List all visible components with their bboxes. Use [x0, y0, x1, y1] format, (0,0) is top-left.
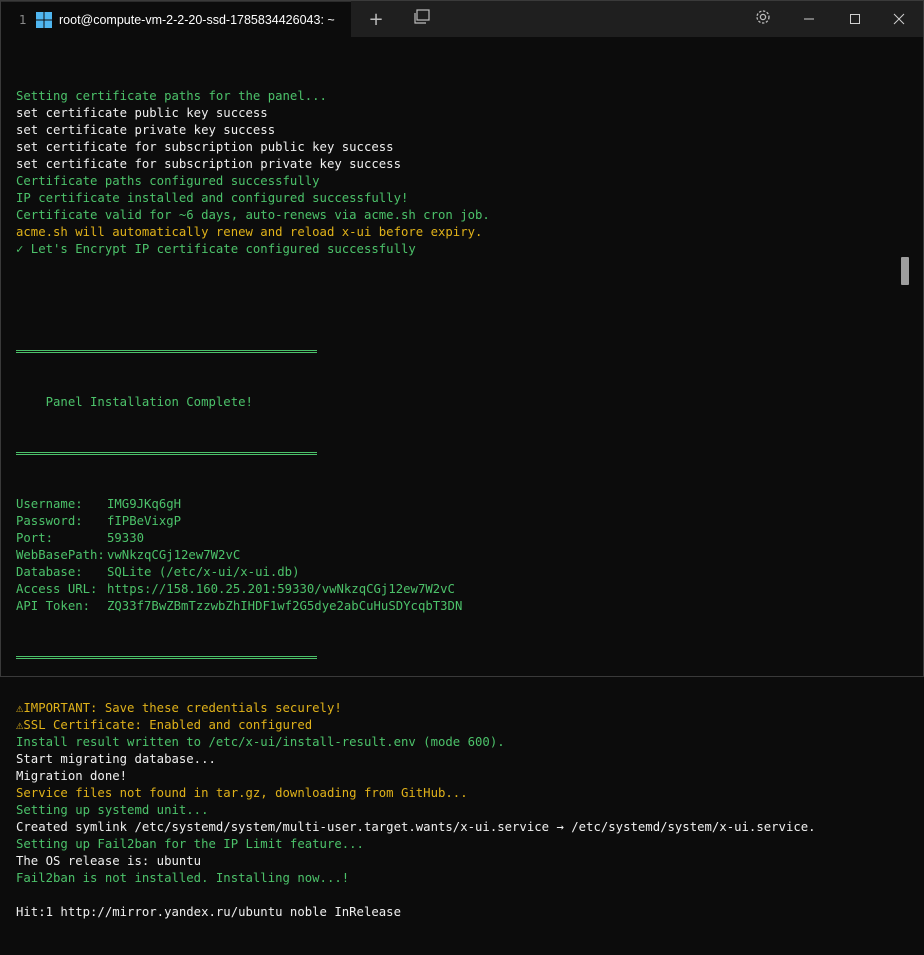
credentials-list: Username: IMG9JKq6gH Password: fIPBeVixgP Po…: [16, 496, 893, 615]
credential-row: Username: IMG9JKq6gH: [16, 496, 893, 513]
credential-value: ZQ33f7BwZBmTzzwbZhIHDF1wf2G5dye2abCuHuSD…: [107, 599, 463, 613]
credential-value: IMG9JKq6gH: [107, 497, 182, 511]
tab-dropdown-button[interactable]: [402, 1, 442, 37]
credential-row: Password: fIPBeVixgP: [16, 513, 893, 530]
new-tab-button[interactable]: +: [356, 1, 396, 37]
plus-icon: +: [368, 8, 384, 30]
credential-value: https://158.160.25.201:59330/vwNkzqCGj12…: [107, 582, 455, 596]
terminal-line: ⚠SSL Certificate: Enabled and configured: [16, 718, 313, 732]
certificate-log: Setting certificate paths for the panel.…: [16, 88, 893, 258]
terminal-line: Certificate paths configured successfull…: [16, 174, 320, 188]
terminal-line: Setting up Fail2ban for the IP Limit fea…: [16, 837, 364, 851]
credential-value: fIPBeVixgP: [107, 514, 182, 528]
credential-value: SQLite (/etc/x-ui/x-ui.db): [107, 565, 300, 579]
terminal-line: set certificate private key success: [16, 123, 276, 137]
minimize-button[interactable]: [789, 1, 829, 37]
terminal-line: acme.sh will automatically renew and rel…: [16, 225, 483, 239]
credential-key: API Token:: [16, 599, 91, 613]
credential-key: Port:: [16, 531, 54, 545]
terminal-line: Certificate valid for ~6 days, auto-rene…: [16, 208, 490, 222]
credential-row: API Token: ZQ33f7BwZBmTzzwbZhIHDF1wf2G5dy…: [16, 598, 893, 615]
terminal-window: 1 root@compute-vm-2-2-20-ssd-17858344260…: [0, 0, 924, 919]
credential-value: 59330: [107, 531, 145, 545]
terminal-line: set certificate for subscription private…: [16, 157, 401, 171]
credential-row: Access URL: https://158.160.25.201:59330/…: [16, 581, 893, 598]
terminal-line: Start migrating database...: [16, 752, 216, 766]
credential-row: WebBasePath: vwNkzqCGj12ew7W2vC: [16, 547, 893, 564]
terminal-line: Setting up systemd unit...: [16, 803, 209, 817]
double-rule-divider: [16, 445, 893, 462]
terminal-line: Created symlink /etc/systemd/system/mult…: [16, 820, 816, 834]
windows-list-icon: [413, 8, 431, 30]
credential-row: Port: 59330: [16, 530, 893, 547]
terminal-line: Setting certificate paths for the panel.…: [16, 89, 327, 103]
minimize-icon: [803, 9, 815, 30]
maximize-icon: [849, 9, 861, 30]
terminal-line: Install result written to /etc/x-ui/inst…: [16, 735, 505, 749]
credential-row: Database: SQLite (/etc/x-ui/x-ui.db): [16, 564, 893, 581]
terminal-output[interactable]: Setting certificate paths for the panel.…: [16, 54, 893, 955]
gear-icon: [754, 8, 772, 31]
close-button[interactable]: [879, 1, 919, 37]
credential-value: vwNkzqCGj12ew7W2vC: [107, 548, 241, 562]
terminal-line: set certificate for subscription public …: [16, 140, 394, 154]
post-install-log: ⚠IMPORTANT: Save these credentials secur…: [16, 700, 893, 921]
terminal-line: Migration done!: [16, 769, 128, 783]
terminal-line: ✓ Let's Encrypt IP certificate configure…: [16, 242, 416, 256]
windows-logo-icon: [35, 11, 53, 29]
terminal-line: The OS release is: ubuntu: [16, 854, 202, 868]
terminal-line: IP certificate installed and configured …: [16, 191, 409, 205]
close-icon: [893, 9, 905, 30]
credential-key: WebBasePath:: [16, 548, 105, 562]
tab-number: 1: [19, 13, 27, 27]
panel-heading: Panel Installation Complete!: [16, 395, 253, 409]
title-bar: 1 root@compute-vm-2-2-20-ssd-17858344260…: [1, 1, 923, 38]
tab-title: root@compute-vm-2-2-20-ssd-1785834426043…: [59, 13, 335, 27]
credential-key: Password:: [16, 514, 83, 528]
credential-key: Access URL:: [16, 582, 98, 596]
terminal-line: Service files not found in tar.gz, downl…: [16, 786, 468, 800]
scrollbar-thumb[interactable]: [901, 257, 909, 285]
terminal-line: set certificate public key success: [16, 106, 268, 120]
terminal-line: ⚠IMPORTANT: Save these credentials secur…: [16, 701, 342, 715]
double-rule-divider: [16, 343, 893, 360]
tab-active[interactable]: 1 root@compute-vm-2-2-20-ssd-17858344260…: [1, 1, 351, 38]
double-rule-divider: [16, 649, 893, 666]
settings-button[interactable]: [743, 1, 783, 37]
terminal-line: Fail2ban is not installed. Installing no…: [16, 871, 350, 885]
credential-key: Database:: [16, 565, 83, 579]
credential-key: Username:: [16, 497, 83, 511]
terminal-line: Hit:1 http://mirror.yandex.ru/ubuntu nob…: [16, 905, 401, 919]
maximize-button[interactable]: [835, 1, 875, 37]
